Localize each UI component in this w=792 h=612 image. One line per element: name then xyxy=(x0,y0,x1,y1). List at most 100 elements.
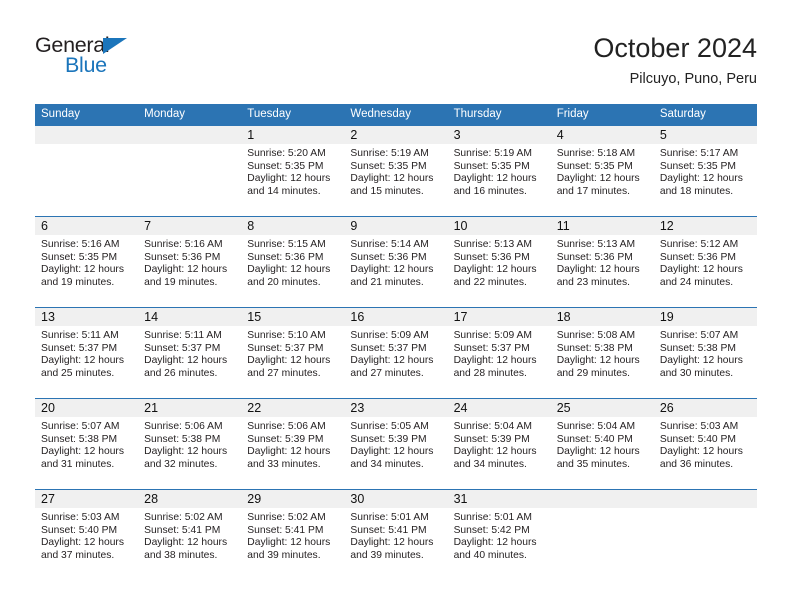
sunset-text: Sunset: 5:39 PM xyxy=(453,433,530,445)
calendar-day-cell[interactable] xyxy=(550,489,654,580)
calendar-day-cell[interactable]: 14 Sunrise: 5:11 AM Sunset: 5:37 PM Dayligh… xyxy=(138,307,242,399)
calendar-day-16: 16 Sunrise: 5:09 AM Sunset: 5:37 PM Dayligh… xyxy=(344,308,448,398)
calendar-day-cell[interactable]: 5 Sunrise: 5:17 AM Sunset: 5:35 PM Daylight… xyxy=(653,126,757,217)
weekday-header-thursday: Thursday xyxy=(447,104,551,126)
sunrise-text: Sunrise: 5:08 AM xyxy=(556,330,636,341)
general-blue-logo[interactable]: General Blue xyxy=(35,34,215,82)
calendar-day-18: 18 Sunrise: 5:08 AM Sunset: 5:38 PM Dayligh… xyxy=(550,308,654,398)
calendar-day-cell[interactable]: 28 Sunrise: 5:02 AM Sunset: 5:41 PM Dayligh… xyxy=(138,489,242,580)
daylight-text: Daylight: 12 hours and 24 minutes. xyxy=(659,264,743,288)
sunset-text: Sunset: 5:40 PM xyxy=(556,433,633,445)
calendar-day-cell[interactable]: 21 Sunrise: 5:06 AM Sunset: 5:38 PM Dayligh… xyxy=(138,398,242,490)
calendar-day-cell[interactable]: 1 Sunrise: 5:20 AM Sunset: 5:35 PM Daylight… xyxy=(241,126,345,217)
sunset-text: Sunset: 5:36 PM xyxy=(144,251,221,263)
calendar-day-6: 6 Sunrise: 5:16 AM Sunset: 5:35 PM Daylight… xyxy=(35,217,139,307)
sunrise-text: Sunrise: 5:10 AM xyxy=(247,330,326,341)
daylight-text: Daylight: 12 hours and 39 minutes. xyxy=(247,537,331,561)
day-number: 6 xyxy=(35,217,139,235)
day-number: 19 xyxy=(653,308,757,326)
sunrise-text: Sunrise: 5:06 AM xyxy=(144,421,223,432)
calendar-day-8: 8 Sunrise: 5:15 AM Sunset: 5:36 PM Daylight… xyxy=(241,217,345,307)
calendar-day-cell[interactable] xyxy=(653,489,757,580)
calendar-day-30: 30 Sunrise: 5:01 AM Sunset: 5:41 PM Dayligh… xyxy=(344,490,448,580)
weekday-header-monday: Monday xyxy=(138,104,242,126)
calendar-day-cell[interactable]: 9 Sunrise: 5:14 AM Sunset: 5:36 PM Daylight… xyxy=(344,216,448,308)
calendar-day-7: 7 Sunrise: 5:16 AM Sunset: 5:36 PM Daylight… xyxy=(138,217,242,307)
day-number: 25 xyxy=(550,399,654,417)
calendar-day-cell[interactable]: 24 Sunrise: 5:04 AM Sunset: 5:39 PM Dayligh… xyxy=(447,398,551,490)
calendar-day-cell[interactable]: 8 Sunrise: 5:15 AM Sunset: 5:36 PM Daylight… xyxy=(241,216,345,308)
calendar-week-row: 1 Sunrise: 5:20 AM Sunset: 5:35 PM Daylight… xyxy=(35,126,757,217)
sunset-text: Sunset: 5:37 PM xyxy=(453,342,530,354)
calendar-day-empty xyxy=(550,490,654,580)
daylight-text: Daylight: 12 hours and 34 minutes. xyxy=(350,446,434,470)
day-details: Sunrise: 5:01 AM Sunset: 5:41 PM Daylight:… xyxy=(344,508,447,562)
day-details: Sunrise: 5:09 AM Sunset: 5:37 PM Daylight:… xyxy=(344,326,447,380)
calendar-day-cell[interactable]: 10 Sunrise: 5:13 AM Sunset: 5:36 PM Dayligh… xyxy=(447,216,551,308)
calendar-day-21: 21 Sunrise: 5:06 AM Sunset: 5:38 PM Dayligh… xyxy=(138,399,242,489)
calendar-day-cell[interactable]: 11 Sunrise: 5:13 AM Sunset: 5:36 PM Dayligh… xyxy=(550,216,654,308)
calendar-day-cell[interactable]: 17 Sunrise: 5:09 AM Sunset: 5:37 PM Dayligh… xyxy=(447,307,551,399)
calendar-day-19: 19 Sunrise: 5:07 AM Sunset: 5:38 PM Dayligh… xyxy=(653,308,757,398)
calendar-day-cell[interactable]: 6 Sunrise: 5:16 AM Sunset: 5:35 PM Daylight… xyxy=(35,216,139,308)
calendar-day-cell[interactable]: 20 Sunrise: 5:07 AM Sunset: 5:38 PM Dayligh… xyxy=(35,398,139,490)
sunset-text: Sunset: 5:36 PM xyxy=(556,251,633,263)
day-details: Sunrise: 5:01 AM Sunset: 5:42 PM Daylight:… xyxy=(448,508,551,562)
day-number: 23 xyxy=(344,399,448,417)
calendar-day-cell[interactable]: 12 Sunrise: 5:12 AM Sunset: 5:36 PM Dayligh… xyxy=(653,216,757,308)
day-number: 14 xyxy=(138,308,242,326)
calendar-day-cell[interactable]: 16 Sunrise: 5:09 AM Sunset: 5:37 PM Dayligh… xyxy=(344,307,448,399)
calendar-day-cell[interactable] xyxy=(35,126,139,217)
calendar-day-cell[interactable]: 7 Sunrise: 5:16 AM Sunset: 5:36 PM Daylight… xyxy=(138,216,242,308)
calendar-day-cell[interactable]: 22 Sunrise: 5:06 AM Sunset: 5:39 PM Dayligh… xyxy=(241,398,345,490)
day-number: 28 xyxy=(138,490,242,508)
sunset-text: Sunset: 5:36 PM xyxy=(247,251,324,263)
page-title: October 2024 xyxy=(593,33,757,63)
calendar-day-cell[interactable]: 26 Sunrise: 5:03 AM Sunset: 5:40 PM Dayligh… xyxy=(653,398,757,490)
daylight-text: Daylight: 12 hours and 29 minutes. xyxy=(556,355,640,379)
sunset-text: Sunset: 5:35 PM xyxy=(41,251,118,263)
sunset-text: Sunset: 5:37 PM xyxy=(350,342,427,354)
daylight-text: Daylight: 12 hours and 34 minutes. xyxy=(453,446,537,470)
daylight-text: Daylight: 12 hours and 21 minutes. xyxy=(350,264,434,288)
day-number: 20 xyxy=(35,399,139,417)
calendar-day-cell[interactable]: 2 Sunrise: 5:19 AM Sunset: 5:35 PM Daylight… xyxy=(344,126,448,217)
daylight-text: Daylight: 12 hours and 19 minutes. xyxy=(144,264,228,288)
day-number xyxy=(138,126,242,144)
day-number: 18 xyxy=(550,308,654,326)
day-details: Sunrise: 5:19 AM Sunset: 5:35 PM Daylight:… xyxy=(344,144,447,198)
calendar-day-24: 24 Sunrise: 5:04 AM Sunset: 5:39 PM Dayligh… xyxy=(447,399,551,489)
calendar-day-cell[interactable]: 25 Sunrise: 5:04 AM Sunset: 5:40 PM Dayligh… xyxy=(550,398,654,490)
sunrise-text: Sunrise: 5:18 AM xyxy=(556,148,636,159)
calendar-day-26: 26 Sunrise: 5:03 AM Sunset: 5:40 PM Dayligh… xyxy=(653,399,757,489)
daylight-text: Daylight: 12 hours and 17 minutes. xyxy=(556,173,640,197)
calendar-day-cell[interactable]: 18 Sunrise: 5:08 AM Sunset: 5:38 PM Dayligh… xyxy=(550,307,654,399)
calendar-day-cell[interactable]: 19 Sunrise: 5:07 AM Sunset: 5:38 PM Dayligh… xyxy=(653,307,757,399)
day-number: 11 xyxy=(550,217,654,235)
calendar-day-cell[interactable]: 27 Sunrise: 5:03 AM Sunset: 5:40 PM Dayligh… xyxy=(35,489,139,580)
daylight-text: Daylight: 12 hours and 23 minutes. xyxy=(556,264,640,288)
daylight-text: Daylight: 12 hours and 18 minutes. xyxy=(659,173,743,197)
daylight-text: Daylight: 12 hours and 20 minutes. xyxy=(247,264,331,288)
sunset-text: Sunset: 5:38 PM xyxy=(41,433,118,445)
day-number: 4 xyxy=(550,126,654,144)
calendar-day-cell[interactable]: 13 Sunrise: 5:11 AM Sunset: 5:37 PM Dayligh… xyxy=(35,307,139,399)
day-details: Sunrise: 5:07 AM Sunset: 5:38 PM Daylight:… xyxy=(35,417,138,471)
day-number: 26 xyxy=(653,399,757,417)
calendar-header-row: Sunday Monday Tuesday Wednesday Thursday… xyxy=(35,104,757,126)
calendar-day-cell[interactable]: 30 Sunrise: 5:01 AM Sunset: 5:41 PM Dayligh… xyxy=(344,489,448,580)
calendar-day-cell[interactable]: 3 Sunrise: 5:19 AM Sunset: 5:35 PM Daylight… xyxy=(447,126,551,217)
calendar-day-empty xyxy=(138,126,242,216)
calendar-day-cell[interactable]: 29 Sunrise: 5:02 AM Sunset: 5:41 PM Dayligh… xyxy=(241,489,345,580)
calendar-day-cell[interactable] xyxy=(138,126,242,217)
calendar-day-cell[interactable]: 15 Sunrise: 5:10 AM Sunset: 5:37 PM Dayligh… xyxy=(241,307,345,399)
day-number xyxy=(550,490,654,508)
calendar-day-cell[interactable]: 31 Sunrise: 5:01 AM Sunset: 5:42 PM Dayligh… xyxy=(447,489,551,580)
sunrise-text: Sunrise: 5:03 AM xyxy=(659,421,739,432)
calendar-day-20: 20 Sunrise: 5:07 AM Sunset: 5:38 PM Dayligh… xyxy=(35,399,139,489)
calendar-day-cell[interactable]: 23 Sunrise: 5:05 AM Sunset: 5:39 PM Dayligh… xyxy=(344,398,448,490)
day-details: Sunrise: 5:04 AM Sunset: 5:39 PM Daylight:… xyxy=(448,417,551,471)
sunset-text: Sunset: 5:35 PM xyxy=(453,160,530,172)
sunset-text: Sunset: 5:37 PM xyxy=(144,342,221,354)
calendar-day-cell[interactable]: 4 Sunrise: 5:18 AM Sunset: 5:35 PM Daylight… xyxy=(550,126,654,217)
